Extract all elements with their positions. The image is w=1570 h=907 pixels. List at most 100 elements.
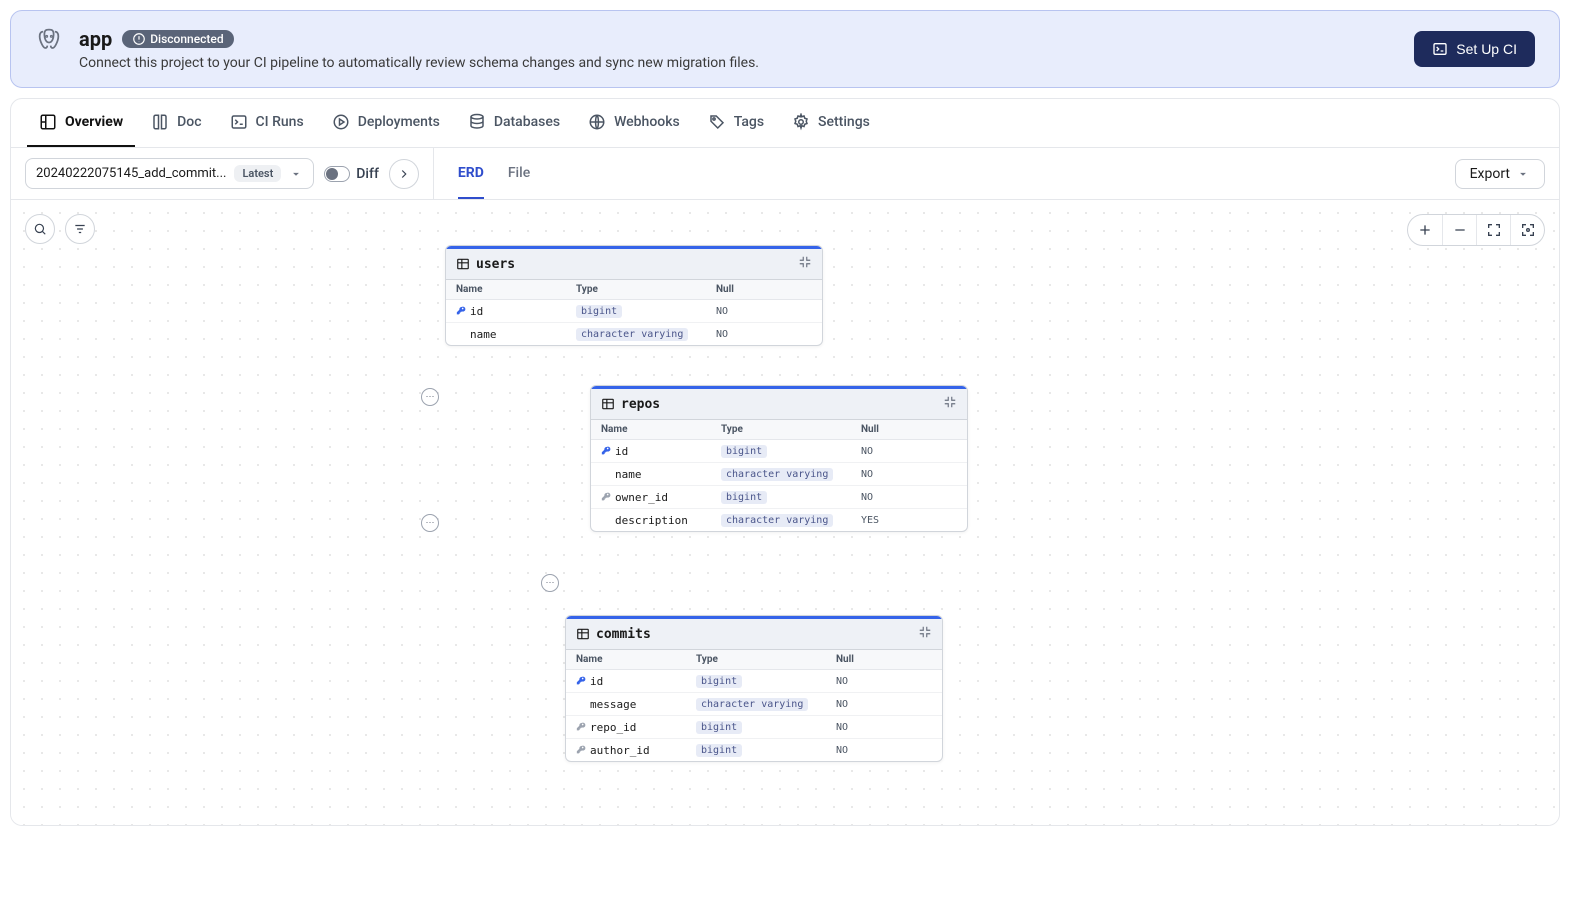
gear-icon: [792, 113, 810, 131]
canvas-controls-right: [1407, 214, 1545, 246]
project-title: app: [79, 27, 112, 51]
toolbar-subtabs: ERD File: [434, 149, 554, 199]
search-icon: [33, 222, 47, 236]
foreign-key-icon: [576, 722, 586, 732]
tab-doc[interactable]: Doc: [139, 99, 213, 147]
zoom-out-button[interactable]: [1442, 215, 1476, 245]
table-row[interactable]: id bigint NO: [591, 440, 967, 463]
setup-ci-button[interactable]: Set Up CI: [1414, 31, 1535, 67]
switch-icon: [324, 166, 350, 182]
book-icon: [151, 113, 169, 131]
tab-deployments[interactable]: Deployments: [320, 99, 452, 147]
primary-key-icon: [601, 446, 611, 456]
relation-node[interactable]: [421, 388, 439, 406]
tab-tags[interactable]: Tags: [696, 99, 776, 147]
table-header[interactable]: users: [446, 246, 822, 280]
column-header-row: Name Type Null: [446, 280, 822, 300]
table-row[interactable]: author_id bigint NO: [566, 739, 942, 761]
terminal-icon: [230, 113, 248, 131]
export-button[interactable]: Export: [1455, 159, 1545, 189]
table-name: commits: [596, 627, 651, 642]
erd-canvas[interactable]: users Name Type Null id bigint NO name c…: [11, 200, 1559, 825]
minus-icon: [1452, 222, 1468, 238]
toolbar: 20240222075145_add_commit... Latest Diff…: [11, 148, 1559, 200]
plus-icon: [1417, 222, 1433, 238]
focus-icon: [1520, 222, 1536, 238]
maximize-icon: [1486, 222, 1502, 238]
migration-dropdown[interactable]: 20240222075145_add_commit... Latest: [25, 158, 314, 189]
table-row[interactable]: id bigint NO: [446, 300, 822, 323]
next-button[interactable]: [389, 159, 419, 189]
alert-icon: [132, 32, 146, 46]
table-row[interactable]: name character varying NO: [591, 463, 967, 486]
diff-label: Diff: [356, 166, 379, 182]
table-header[interactable]: repos: [591, 386, 967, 420]
table-users[interactable]: users Name Type Null id bigint NO name c…: [445, 245, 823, 346]
main-tabs: Overview Doc CI Runs Deployments Databas…: [11, 99, 1559, 148]
table-commits[interactable]: commits Name Type Null id bigint NO mess…: [565, 615, 943, 762]
zoom-in-button[interactable]: [1408, 215, 1442, 245]
diff-toggle[interactable]: Diff: [324, 166, 379, 182]
center-view-button[interactable]: [1510, 215, 1544, 245]
toolbar-left: 20240222075145_add_commit... Latest Diff: [11, 148, 434, 199]
chevron-down-icon: [289, 167, 303, 181]
canvas-controls-left: [25, 214, 95, 244]
banner-subtitle: Connect this project to your CI pipeline…: [79, 55, 759, 71]
primary-key-icon: [576, 676, 586, 686]
banner-title-row: app Disconnected: [79, 27, 759, 51]
migration-name: 20240222075145_add_commit...: [36, 166, 226, 181]
chevron-right-icon: [397, 167, 411, 181]
tab-databases[interactable]: Databases: [456, 99, 572, 147]
table-row[interactable]: description character varying YES: [591, 509, 967, 531]
foreign-key-icon: [576, 745, 586, 755]
ci-banner: app Disconnected Connect this project to…: [10, 10, 1560, 88]
main-card: Overview Doc CI Runs Deployments Databas…: [10, 98, 1560, 826]
latest-pill: Latest: [234, 165, 281, 182]
table-icon: [601, 397, 615, 411]
tab-webhooks[interactable]: Webhooks: [576, 99, 692, 147]
tab-settings[interactable]: Settings: [780, 99, 882, 147]
terminal-icon: [1432, 41, 1448, 57]
banner-left: app Disconnected Connect this project to…: [35, 27, 759, 71]
table-row[interactable]: owner_id bigint NO: [591, 486, 967, 509]
table-name: repos: [621, 397, 660, 412]
table-icon: [456, 257, 470, 271]
database-icon: [468, 113, 486, 131]
tag-icon: [708, 113, 726, 131]
column-header-row: Name Type Null: [591, 420, 967, 440]
relation-node[interactable]: [421, 514, 439, 532]
foreign-key-icon: [601, 492, 611, 502]
primary-key-icon: [456, 306, 466, 316]
postgres-icon: [35, 27, 63, 55]
layout-icon: [39, 113, 57, 131]
table-row[interactable]: repo_id bigint NO: [566, 716, 942, 739]
table-row[interactable]: name character varying NO: [446, 323, 822, 345]
status-badge: Disconnected: [122, 30, 233, 48]
globe-icon: [588, 113, 606, 131]
filter-button[interactable]: [65, 214, 95, 244]
collapse-icon[interactable]: [943, 395, 957, 413]
search-button[interactable]: [25, 214, 55, 244]
subtab-erd[interactable]: ERD: [458, 149, 484, 199]
table-row[interactable]: id bigint NO: [566, 670, 942, 693]
banner-content: app Disconnected Connect this project to…: [79, 27, 759, 71]
table-repos[interactable]: repos Name Type Null id bigint NO name c…: [590, 385, 968, 532]
collapse-icon[interactable]: [918, 625, 932, 643]
tab-ci-runs[interactable]: CI Runs: [218, 99, 316, 147]
table-row[interactable]: message character varying NO: [566, 693, 942, 716]
relation-node[interactable]: [541, 574, 559, 592]
subtab-file[interactable]: File: [508, 149, 530, 199]
table-header[interactable]: commits: [566, 616, 942, 650]
play-circle-icon: [332, 113, 350, 131]
export-label: Export: [1470, 166, 1510, 182]
chevron-down-icon: [1516, 167, 1530, 181]
tab-overview[interactable]: Overview: [27, 99, 135, 147]
toolbar-right: Export: [1441, 149, 1559, 199]
setup-ci-label: Set Up CI: [1456, 41, 1517, 57]
table-name: users: [476, 257, 515, 272]
column-header-row: Name Type Null: [566, 650, 942, 670]
status-badge-label: Disconnected: [150, 32, 223, 46]
fit-view-button[interactable]: [1476, 215, 1510, 245]
filter-icon: [73, 222, 87, 236]
collapse-icon[interactable]: [798, 255, 812, 273]
